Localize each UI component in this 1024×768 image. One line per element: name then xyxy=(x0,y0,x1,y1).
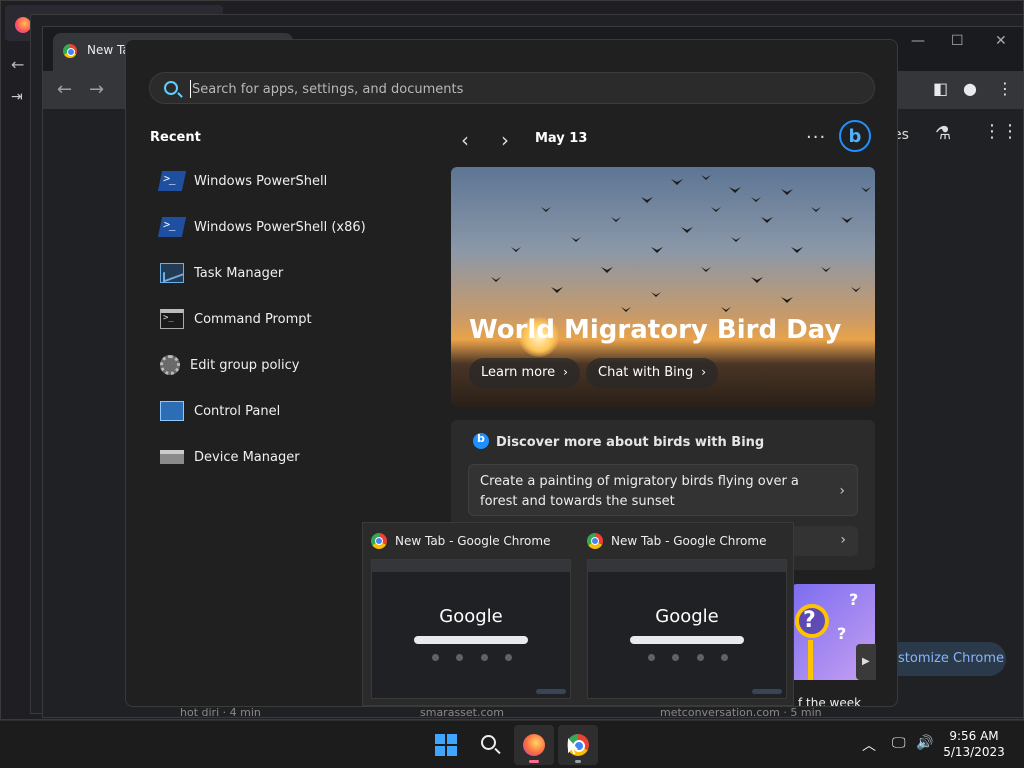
discover-title: Discover more about birds with Bing xyxy=(496,435,765,450)
recent-list: Windows PowerShell Windows PowerShell (x… xyxy=(150,158,430,480)
search-icon xyxy=(481,735,496,750)
recent-item-command-prompt[interactable]: Command Prompt xyxy=(150,296,430,342)
sign-in-icon[interactable]: ⇥ xyxy=(11,89,23,105)
previous-day-chevron-icon[interactable]: ‹ xyxy=(461,128,469,152)
feed-header: ‹ › May 13 ··· b xyxy=(451,120,875,156)
google-logo: Google xyxy=(655,606,719,627)
search-input[interactable] xyxy=(192,79,852,99)
chrome-thumbnail-popup: New Tab - Google Chrome Google New Tab -… xyxy=(362,522,794,706)
device-manager-icon xyxy=(160,450,184,464)
recent-item-control-panel[interactable]: Control Panel xyxy=(150,388,430,434)
text-caret xyxy=(190,80,191,98)
chevron-right-icon: › xyxy=(839,483,845,499)
side-panel-icon[interactable]: ◧ xyxy=(933,79,948,98)
taskbar: ︿ 🖵 🔊 9:56 AM 5/13/2023 xyxy=(0,720,1024,768)
next-day-chevron-icon[interactable]: › xyxy=(501,128,509,152)
search-icon xyxy=(164,81,178,95)
chrome-icon xyxy=(587,533,603,549)
more-options-icon[interactable]: ··· xyxy=(806,127,826,148)
start-button[interactable] xyxy=(426,725,466,765)
clock-time: 9:56 AM xyxy=(949,729,999,743)
forward-icon[interactable]: → xyxy=(89,79,104,100)
clock-date: 5/13/2023 xyxy=(943,745,1005,759)
back-icon[interactable]: ← xyxy=(57,79,72,100)
windows-icon xyxy=(435,734,457,756)
learn-more-button[interactable]: Learn more › xyxy=(469,358,580,388)
chevron-right-icon: › xyxy=(701,365,707,379)
profile-icon[interactable]: ● xyxy=(963,79,977,98)
hero-title: World Migratory Bird Day xyxy=(469,315,842,345)
minimize-icon[interactable]: — xyxy=(911,33,925,49)
chevron-right-icon: › xyxy=(563,365,568,379)
recent-item-edit-group-policy[interactable]: Edit group policy xyxy=(150,342,430,388)
task-manager-icon xyxy=(160,263,184,283)
system-clock[interactable]: 9:56 AM 5/13/2023 xyxy=(936,728,1012,760)
control-panel-icon xyxy=(160,401,184,421)
chrome-icon xyxy=(63,44,77,58)
firefox-icon xyxy=(15,17,31,33)
thumbnail-title: New Tab - Google Chrome xyxy=(395,534,551,548)
labs-icon[interactable]: ⚗ xyxy=(935,123,951,144)
powershell-icon xyxy=(157,171,187,191)
recent-heading: Recent xyxy=(150,130,201,145)
thumbnail-window-1[interactable]: New Tab - Google Chrome Google xyxy=(363,523,579,707)
maximize-icon[interactable]: ☐ xyxy=(951,33,964,49)
hero-card[interactable]: World Migratory Bird Day Learn more › Cha… xyxy=(451,167,875,407)
thumbnail-preview[interactable]: Google xyxy=(371,559,571,699)
google-logo: Google xyxy=(439,606,503,627)
bing-prompt-suggestion[interactable]: Create a painting of migratory birds fly… xyxy=(468,464,858,516)
chat-with-bing-button[interactable]: Chat with Bing › xyxy=(586,358,719,388)
running-indicator xyxy=(575,760,581,763)
thumbnail-window-2[interactable]: New Tab - Google Chrome Google xyxy=(579,523,795,707)
shortcut-captions: hot diri · 4 min smarasset.com metconver… xyxy=(180,706,822,719)
bing-icon xyxy=(473,432,489,449)
carousel-next-icon[interactable]: ▶ xyxy=(856,644,876,680)
network-icon[interactable]: 🖵 xyxy=(892,735,906,751)
feed-date: May 13 xyxy=(535,131,588,146)
start-search-box[interactable] xyxy=(149,72,875,104)
back-arrow-icon[interactable]: ← xyxy=(11,55,24,74)
recent-item-task-manager[interactable]: Task Manager xyxy=(150,250,430,296)
menu-icon[interactable]: ⋮ xyxy=(997,79,1013,98)
recent-item-device-manager[interactable]: Device Manager xyxy=(150,434,430,480)
volume-icon[interactable]: 🔊 xyxy=(916,735,933,751)
preview-search-bar xyxy=(414,636,528,644)
chevron-right-icon: › xyxy=(840,532,846,548)
group-policy-icon xyxy=(160,355,180,375)
firefox-icon xyxy=(523,734,545,756)
close-icon[interactable]: ✕ xyxy=(995,33,1007,49)
thumbnail-title: New Tab - Google Chrome xyxy=(611,534,767,548)
chrome-icon xyxy=(371,533,387,549)
taskbar-firefox[interactable] xyxy=(514,725,554,765)
apps-grid-icon[interactable]: ⋮⋮⋮ xyxy=(983,121,1024,142)
thumbnail-preview[interactable]: Google xyxy=(587,559,787,699)
running-indicator xyxy=(529,760,539,763)
recent-item-windows-powershell-x86[interactable]: Windows PowerShell (x86) xyxy=(150,204,430,250)
birds-illustration xyxy=(491,175,871,312)
bing-button[interactable]: b xyxy=(839,120,871,152)
powershell-icon xyxy=(157,217,187,237)
recent-item-windows-powershell[interactable]: Windows PowerShell xyxy=(150,158,430,204)
bing-icon: b xyxy=(848,125,862,147)
preview-search-bar xyxy=(630,636,744,644)
quiz-card-caption: f the week xyxy=(798,696,862,707)
command-prompt-icon xyxy=(160,309,184,329)
show-hidden-icons-chevron-icon[interactable]: ︿ xyxy=(862,735,876,755)
taskbar-search-button[interactable] xyxy=(470,725,510,765)
taskbar-chrome[interactable] xyxy=(558,725,598,765)
question-mark-graphic: ? xyxy=(803,608,816,633)
